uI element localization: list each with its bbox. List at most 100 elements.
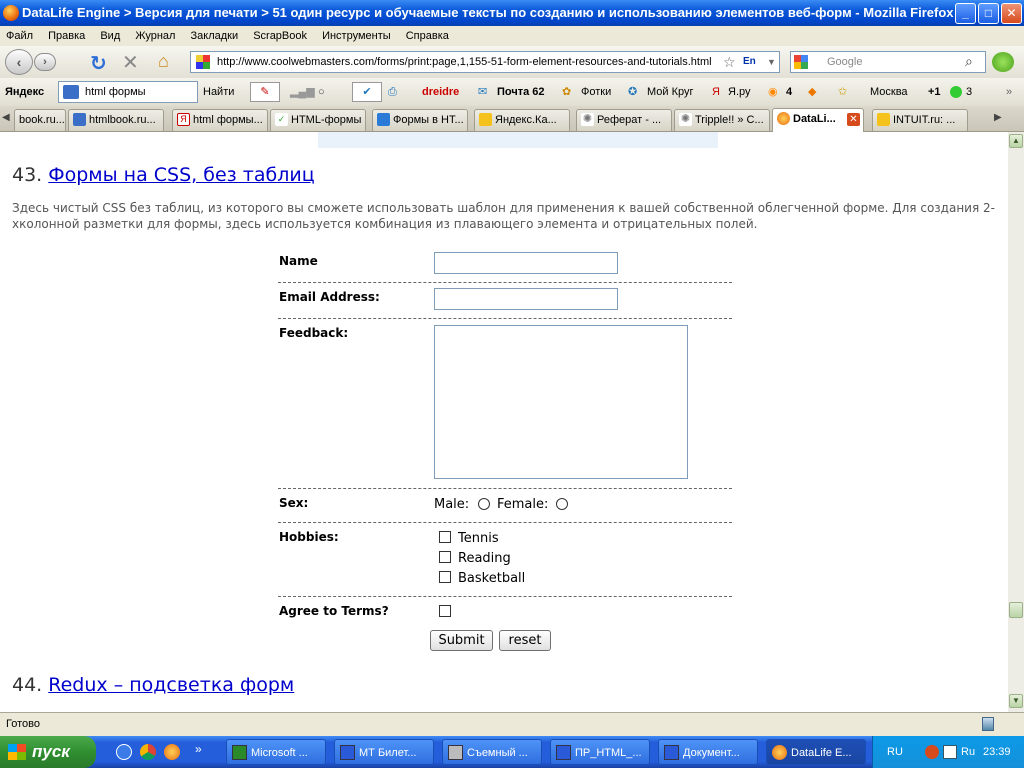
chrome-icon[interactable] bbox=[140, 744, 156, 760]
word-icon bbox=[340, 745, 355, 760]
task-datalife-active[interactable]: DataLife E... bbox=[766, 739, 866, 765]
male-label: Male: bbox=[434, 497, 470, 512]
rss-icon: ◉ bbox=[768, 86, 778, 98]
email-input[interactable] bbox=[434, 288, 618, 310]
start-button[interactable]: пуск bbox=[0, 736, 96, 768]
weather-city[interactable]: Москва bbox=[870, 78, 908, 106]
yandex-user[interactable]: dreidre bbox=[422, 78, 459, 106]
item-44-number: 44. bbox=[12, 674, 43, 696]
menu-view[interactable]: Вид bbox=[100, 30, 120, 42]
task-pr-html[interactable]: ПР_HTML_... bbox=[550, 739, 650, 765]
tab-2[interactable]: Яhtml формы... bbox=[172, 109, 268, 131]
scroll-up-arrow[interactable]: ▲ bbox=[1009, 134, 1023, 148]
task-microsoft[interactable]: Microsoft ... bbox=[226, 739, 326, 765]
window-title-bar[interactable]: DataLife Engine > Версия для печати > 51… bbox=[0, 0, 1024, 26]
search-icon[interactable]: ⌕ bbox=[965, 51, 973, 71]
item-43-link[interactable]: Формы на CSS, без таблиц bbox=[48, 164, 314, 186]
input-language[interactable]: RU bbox=[887, 736, 903, 768]
tab-7[interactable]: ✺ Tripple!! » C... bbox=[674, 109, 770, 131]
status-text: Готово bbox=[6, 718, 40, 730]
male-radio[interactable] bbox=[478, 498, 490, 510]
spellcheck-icon[interactable]: ✔ bbox=[352, 82, 382, 102]
star-icon[interactable]: ✩ bbox=[838, 78, 847, 106]
maximize-button[interactable]: □ bbox=[978, 3, 999, 24]
tray-arrow-icon[interactable] bbox=[925, 745, 939, 759]
menu-bookmarks[interactable]: Закладки bbox=[191, 30, 239, 42]
task-removable[interactable]: Съемный ... bbox=[442, 739, 542, 765]
forward-button[interactable]: › bbox=[34, 53, 56, 71]
yandex-mail[interactable]: Почта 62 bbox=[497, 78, 545, 106]
ie-icon[interactable] bbox=[116, 744, 132, 760]
yandex-search-input[interactable]: html формы bbox=[58, 81, 198, 103]
monitor-icon bbox=[63, 85, 79, 99]
url-bar[interactable]: http://www.coolwebmasters.com/forms/prin… bbox=[190, 51, 780, 73]
yandex-find-button[interactable]: Найти bbox=[203, 78, 234, 106]
reset-button[interactable]: reset bbox=[499, 630, 551, 651]
tab-3[interactable]: ✓ HTML-формы bbox=[270, 109, 366, 131]
clock[interactable]: 23:39 bbox=[983, 736, 1011, 768]
rss-count[interactable]: 4 bbox=[786, 78, 792, 106]
page-status-icon[interactable] bbox=[982, 717, 994, 731]
minimize-button[interactable]: _ bbox=[955, 3, 976, 24]
menu-tools[interactable]: Инструменты bbox=[322, 30, 391, 42]
menu-help[interactable]: Справка bbox=[406, 30, 449, 42]
hobbies-label: Hobbies: bbox=[279, 530, 339, 544]
tab-scroll-left-icon[interactable]: ◀ bbox=[2, 112, 10, 123]
tab-scroll-right-icon[interactable]: ▶ bbox=[994, 112, 1002, 123]
menu-history[interactable]: Журнал bbox=[135, 30, 175, 42]
keyboard-layout[interactable]: Ru bbox=[961, 736, 975, 768]
firefox-icon[interactable] bbox=[164, 744, 180, 760]
item-44-link[interactable]: Redux – подсветка форм bbox=[48, 674, 294, 696]
yandex-yaru[interactable]: Я.ру bbox=[728, 78, 751, 106]
stop-icon[interactable]: ✕ bbox=[122, 50, 139, 75]
network-icon[interactable] bbox=[943, 745, 957, 759]
tab-5[interactable]: Яндекс.Ка... bbox=[474, 109, 570, 131]
bookmark-star-icon[interactable]: ☆ bbox=[723, 52, 736, 72]
tab-0[interactable]: book.ru... bbox=[14, 109, 66, 131]
reading-checkbox[interactable] bbox=[439, 551, 451, 563]
menu-edit[interactable]: Правка bbox=[48, 30, 85, 42]
close-button[interactable]: ✕ bbox=[1001, 3, 1022, 24]
tab-1[interactable]: htmlbook.ru... bbox=[68, 109, 164, 131]
scroll-thumb[interactable] bbox=[1009, 602, 1023, 618]
tab-9[interactable]: INTUIT.ru: ... bbox=[872, 109, 968, 131]
loading-icon: ✺ bbox=[581, 113, 594, 126]
circle-icon: ✪ bbox=[628, 86, 638, 98]
menu-file[interactable]: Файл bbox=[6, 30, 33, 42]
tab-4[interactable]: Формы в HT... bbox=[372, 109, 468, 131]
back-button[interactable]: ‹ bbox=[5, 49, 33, 75]
task-mt-bilet[interactable]: МТ Билет... bbox=[334, 739, 434, 765]
scroll-down-arrow[interactable]: ▼ bbox=[1009, 694, 1023, 708]
addon-frog-icon[interactable] bbox=[992, 52, 1014, 72]
task-label: DataLife E... bbox=[791, 747, 852, 759]
vertical-scrollbar[interactable]: ▲ ▼ bbox=[1008, 132, 1024, 712]
excel-icon bbox=[232, 745, 247, 760]
tennis-checkbox[interactable] bbox=[439, 531, 451, 543]
search-input[interactable]: Google ⌕ bbox=[790, 51, 986, 73]
name-input[interactable] bbox=[434, 252, 618, 274]
female-radio[interactable] bbox=[556, 498, 568, 510]
yandex-photos[interactable]: Фотки bbox=[581, 78, 611, 106]
yandex-circle[interactable]: Мой Круг bbox=[647, 78, 694, 106]
reload-icon[interactable]: ↻ bbox=[90, 51, 107, 76]
pen-icon[interactable]: ✎ bbox=[250, 82, 280, 102]
quicklaunch-overflow-icon[interactable]: » bbox=[195, 742, 202, 756]
task-document[interactable]: Документ... bbox=[658, 739, 758, 765]
basketball-checkbox[interactable] bbox=[439, 571, 451, 583]
yandex-logo[interactable]: Яндекс bbox=[5, 78, 44, 106]
bookmark-icon[interactable]: ◆ bbox=[808, 78, 816, 106]
menu-scrapbook[interactable]: ScrapBook bbox=[253, 30, 307, 42]
tab-6[interactable]: ✺ Реферат - ... bbox=[576, 109, 672, 131]
tab-8-active[interactable]: DataLi... ✕ bbox=[772, 108, 864, 132]
feedback-textarea[interactable] bbox=[434, 325, 688, 479]
toolbar-overflow-icon[interactable]: » bbox=[1006, 78, 1012, 106]
submit-button[interactable]: Submit bbox=[430, 630, 493, 651]
home-icon[interactable]: ⌂ bbox=[158, 51, 169, 72]
photo-icon: ✿ bbox=[562, 86, 572, 98]
tab-label: DataLi... bbox=[793, 113, 836, 125]
comment-icon[interactable]: ○ bbox=[318, 78, 325, 106]
chevron-down-icon[interactable]: ▼ bbox=[767, 52, 776, 72]
tab-close-icon[interactable]: ✕ bbox=[847, 113, 860, 126]
translate-icon[interactable]: ⎙ bbox=[388, 78, 397, 106]
terms-checkbox[interactable] bbox=[439, 605, 451, 617]
